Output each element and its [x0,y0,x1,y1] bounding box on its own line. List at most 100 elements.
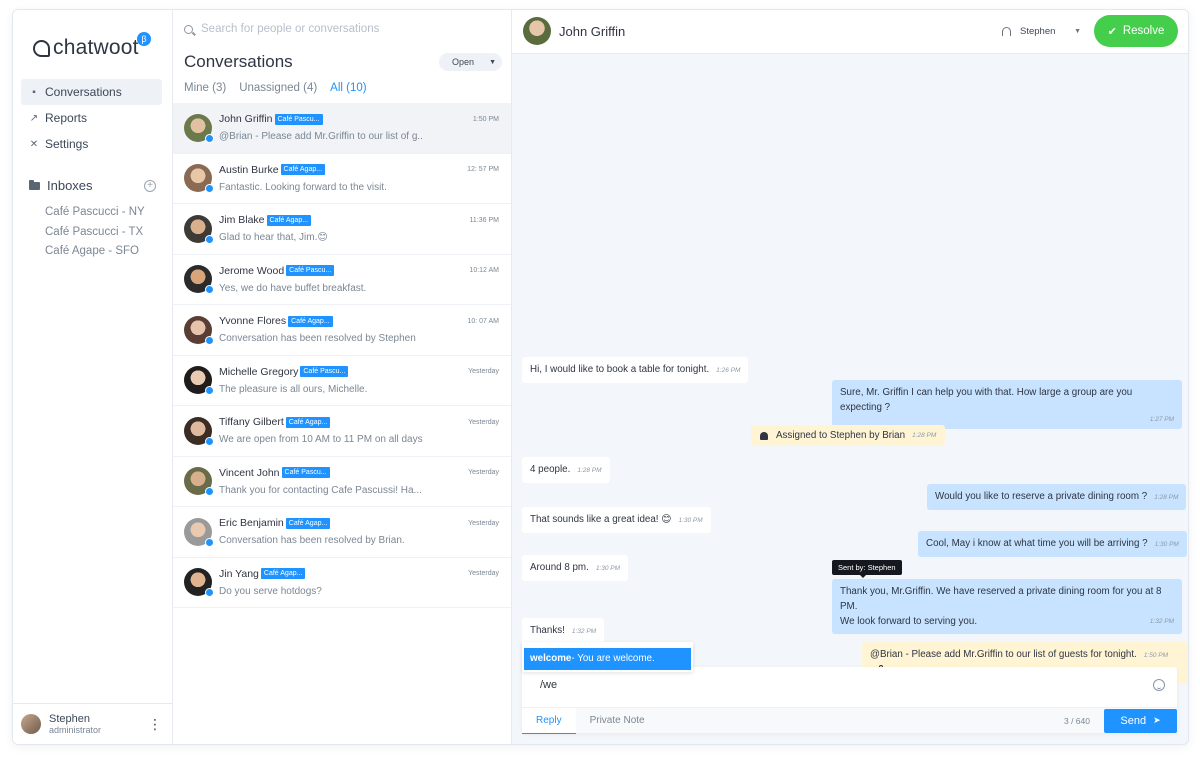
avatar [184,366,214,396]
folder-icon [29,179,40,190]
conversation-row[interactable]: Michelle Gregory Café Pascu... Yesterday Th… [173,356,511,406]
user-profile[interactable]: Stephen administrator ⋮ [13,703,172,744]
inbox-list: Café Pascucci - NY Café Pascucci - TX Ca… [45,203,145,262]
profile-name: Stephen [49,713,90,725]
assignee-dropdown[interactable]: Stephen ▼ [999,16,1081,47]
search-icon [184,24,193,34]
message-text: That sounds like a great idea! 😊 [530,514,672,525]
emoji-icon[interactable] [1153,679,1165,691]
message-outgoing: Sure, Mr. Griffin I can help you with th… [832,380,1182,429]
avatar [184,467,214,497]
conversation-tabs: Mine (3) Unassigned (4) All (10) [184,82,367,104]
messenger-icon [205,588,214,598]
send-label: Send [1120,714,1147,727]
conversation-row[interactable]: Austin Burke Café Agap... 12: 57 PM Fantast… [173,154,511,204]
tab-mine[interactable]: Mine (3) [184,82,226,104]
messenger-icon [205,234,214,244]
message-time: 1:27 PM [1149,416,1174,423]
last-message: Conversation has been resolved by Stephe… [219,333,416,345]
person-icon [760,431,768,440]
message-text: Would you like to reserve a private dini… [935,491,1148,502]
timestamp: 11:36 PM [469,216,499,224]
inbox-item[interactable]: Café Agape - SFO [45,242,145,262]
message-text: Cool, May i know at what time you will b… [926,538,1148,549]
avatar [184,315,214,345]
inbox-badge: Café Agap... [288,315,333,327]
trend-icon: ↗ [29,112,39,124]
avatar [184,517,214,547]
tab-all[interactable]: All (10) [330,82,367,104]
nav-item-conversations[interactable]: ▪ Conversations [21,79,162,105]
avatar [523,17,551,45]
tab-unassigned[interactable]: Unassigned (4) [239,82,317,104]
message-text: Hi, I would like to book a table for ton… [530,364,710,375]
conversation-row[interactable]: Vincent John Café Pascu... Yesterday Thank … [173,457,511,507]
nav-label: Settings [45,137,89,151]
headset-icon [1002,27,1011,36]
add-inbox-icon[interactable]: + [144,179,156,192]
last-message: @Brian - Please add Mr.Griffin to our li… [219,131,423,143]
avatar [184,113,214,143]
canned-response-popup: welcome- You are welcome. [522,642,693,672]
chat-panel: John Griffin Stephen ▼ ✔ Resolve Hi, I w… [512,10,1188,744]
conversation-row[interactable]: Jim Blake Café Agap... 11:36 PM Glad to hea… [173,204,511,255]
timestamp: 10: 07 AM [467,317,499,325]
message-time: 1:32 PM [1149,618,1174,625]
messenger-icon [205,184,214,194]
conversation-row[interactable]: Jerome Wood Café Pascu... 10:12 AM Yes, we … [173,255,511,305]
logo-text: chatwoot [53,36,139,59]
conversation-row[interactable]: Jin Yang Café Agap... Yesterday Do you serv… [173,558,511,608]
conversation-row[interactable]: Yvonne Flores Café Agap... 10: 07 AM Conver… [173,305,511,356]
search-input[interactable]: Search for people or conversations [201,23,379,35]
inbox-badge: Café Pascu... [281,467,330,479]
logo[interactable]: chatwoot [33,36,139,60]
nav-item-reports[interactable]: ↗ Reports [21,105,162,131]
activity-message: Assigned to Stephen by Brian 1:28 PM [751,425,946,446]
timestamp: Yesterday [468,469,499,477]
status-dropdown[interactable]: Open ▼ [439,53,502,71]
conversation-row[interactable]: John Griffin Café Pascu... 1:50 PM @Brian -… [173,103,511,154]
conversation-row[interactable]: Tiffany Gilbert Café Agap... Yesterday We a… [173,406,511,457]
timestamp: 10:12 AM [469,267,499,275]
contact-name: John Griffin [219,113,273,126]
sender-tooltip: Sent by: Stephen [832,560,902,578]
messenger-icon [205,487,214,497]
send-button[interactable]: Send ➤ [1104,708,1177,733]
inbox-badge: Café Pascu... [286,265,335,277]
avatar [184,214,214,244]
tab-private-note[interactable]: Private Note [576,708,659,734]
more-options-icon[interactable]: ⋮ [148,716,162,733]
contact-name: Michelle Gregory [219,365,299,378]
profile-role: administrator [49,725,102,735]
last-message: The pleasure is all ours, Michelle. [219,383,368,395]
tools-icon: ✕ [29,138,39,150]
message-time: 1:28 PM [577,467,602,474]
canned-response-item[interactable]: welcome- You are welcome. [524,648,691,670]
conversation-row[interactable]: Eric Benjamin Café Agap... Yesterday Conver… [173,507,511,558]
contact-name: Austin Burke [219,163,279,176]
nav-item-settings[interactable]: ✕ Settings [21,131,162,157]
resolve-button[interactable]: ✔ Resolve [1094,15,1178,47]
tab-reply[interactable]: Reply [522,707,576,734]
contact-name: Jerome Wood [219,264,285,277]
message-outgoing: Would you like to reserve a private dini… [927,484,1187,510]
message-time: 1:30 PM [678,517,703,524]
chat-bubble-icon: ▪ [32,86,36,98]
messenger-icon [205,386,214,396]
search-bar[interactable]: Search for people or conversations [184,23,379,35]
inbox-badge: Café Agap... [285,517,331,529]
message-time: 1:28 PM [1154,494,1179,501]
page-title: Conversations [184,52,293,71]
last-message: Do you serve hotdogs? [219,585,322,597]
note-text: @Brian - Please add Mr.Griffin to our li… [870,649,1137,660]
inbox-item[interactable]: Café Pascucci - TX [45,223,145,243]
messenger-icon [205,537,214,547]
reply-input[interactable]: /we [540,679,557,691]
inbox-item[interactable]: Café Pascucci - NY [45,203,145,223]
message-text-line-1: Thank you, Mr.Griffin. We have reserved … [840,586,1162,612]
contact-name: Yvonne Flores [219,315,287,328]
message-time: 1:30 PM [1154,541,1179,548]
inbox-badge: Café Agap... [260,568,306,580]
avatar [184,265,214,295]
nav-label: Reports [45,111,88,125]
